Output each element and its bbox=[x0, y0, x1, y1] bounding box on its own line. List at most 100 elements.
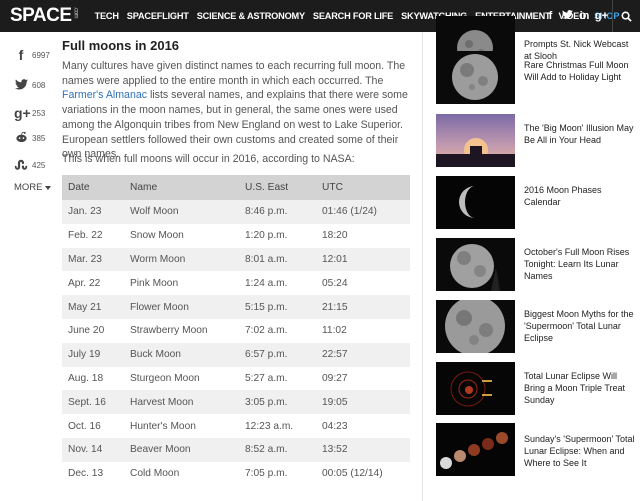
cell-date: Mar. 23 bbox=[62, 247, 130, 272]
cell-moon-name: Harvest Moon bbox=[130, 390, 245, 415]
table-row: July 19 Buck Moon 6:57 p.m. 22:57 bbox=[62, 342, 410, 367]
cell-utc-time: 00:05 (12/14) bbox=[322, 468, 383, 480]
related-article-title: Biggest Moon Myths for the 'Supermoon' T… bbox=[524, 309, 634, 344]
article-thumbnail bbox=[436, 362, 515, 415]
article-thumbnail bbox=[436, 51, 515, 104]
related-article[interactable]: Sunday's 'Supermoon' Total Lunar Eclipse… bbox=[436, 423, 636, 479]
table-row: May 21 Flower Moon 5:15 p.m. 21:15 bbox=[62, 295, 410, 319]
article-thumbnail bbox=[436, 238, 515, 291]
related-article-title: The 'Big Moon' Illusion May Be All in Yo… bbox=[524, 123, 634, 146]
facebook-share[interactable]: f 6997 bbox=[14, 47, 50, 63]
cell-moon-name: Cold Moon bbox=[130, 468, 180, 480]
cell-us-east-time: 7:05 p.m. bbox=[245, 468, 288, 480]
cell-moon-name: Flower Moon bbox=[130, 295, 245, 319]
cell-date: Sept. 16 bbox=[62, 390, 130, 415]
cell-date: Nov. 14 bbox=[62, 437, 130, 462]
cell-us-east-time: 1:24 a.m. bbox=[245, 277, 288, 289]
related-article[interactable]: The 'Big Moon' Illusion May Be All in Yo… bbox=[436, 114, 636, 170]
column-header-name: Name bbox=[130, 175, 245, 200]
column-header-us-east: U.S. East bbox=[245, 175, 322, 200]
cell-moon-name: Pink Moon bbox=[130, 277, 179, 289]
related-article-title: Sunday's 'Supermoon' Total Lunar Eclipse… bbox=[524, 434, 635, 469]
cell-us-east-time: 8:46 p.m. bbox=[245, 200, 322, 224]
cell-us-east-time: 7:02 a.m. bbox=[245, 325, 288, 337]
cell-date: Feb. 22 bbox=[68, 230, 103, 242]
intro-text-start: Many cultures have given distinct names … bbox=[62, 60, 406, 87]
related-article[interactable]: October's Full Moon Rises Tonight: Learn… bbox=[436, 238, 636, 294]
article-thumbnail bbox=[436, 300, 515, 353]
cell-moon-name: Wolf Moon bbox=[130, 200, 245, 224]
cell-date: May 21 bbox=[62, 295, 130, 319]
cell-us-east-time: 5:27 a.m. bbox=[245, 372, 288, 384]
related-article-title: October's Full Moon Rises Tonight: Learn… bbox=[524, 247, 630, 282]
related-article-title: 2016 Moon Phases Calendar bbox=[524, 185, 602, 208]
related-article-title: Total Lunar Eclipse Will Bring a Moon Tr… bbox=[524, 371, 626, 406]
table-row: Nov. 14 Beaver Moon 8:52 a.m. 13:52 bbox=[62, 437, 410, 462]
googleplus-share[interactable]: g+ 253 bbox=[14, 105, 45, 121]
nav-item-search-for-life[interactable]: SEARCH FOR LIFE bbox=[309, 11, 397, 21]
full-moon-table: Date Name U.S. East UTC Jan. 23 Wolf Moon… bbox=[62, 175, 410, 486]
reddit-icon bbox=[14, 130, 28, 146]
cell-date: June 20 bbox=[68, 325, 105, 337]
article-section-title: Full moons in 2016 bbox=[62, 38, 180, 53]
nav-item-science-astronomy[interactable]: SCIENCE & ASTRONOMY bbox=[193, 11, 309, 21]
cell-us-east-time: 8:01 a.m. bbox=[245, 247, 322, 272]
stumbleupon-icon bbox=[14, 157, 28, 173]
column-header-date: Date bbox=[62, 175, 130, 200]
table-row: Jan. 23 Wolf Moon 8:46 p.m. 01:46 (1/24) bbox=[62, 200, 410, 224]
cell-date: July 19 bbox=[62, 342, 130, 367]
nav-item-tech[interactable]: TECH bbox=[91, 11, 123, 21]
more-share-button[interactable]: MORE bbox=[14, 182, 51, 193]
facebook-share-count: 6997 bbox=[32, 50, 50, 60]
table-row: Feb. 22 Snow Moon 1:20 p.m. 18:20 bbox=[62, 224, 410, 248]
article-intro: Many cultures have given distinct names … bbox=[62, 59, 412, 162]
main-content: f 6997 608 g+ 253 385 425 MORE Full moon… bbox=[0, 32, 422, 501]
table-row: Aug. 18 Sturgeon Moon 5:27 a.m. 09:27 bbox=[62, 367, 410, 391]
reddit-share[interactable]: 385 bbox=[14, 130, 45, 146]
facebook-icon: f bbox=[18, 47, 24, 63]
cell-date: Aug. 18 bbox=[68, 372, 104, 384]
cell-utc-time: 19:05 bbox=[322, 390, 410, 415]
related-article[interactable]: Total Lunar Eclipse Will Bring a Moon Tr… bbox=[436, 362, 636, 418]
nav-item-spaceflight[interactable]: SPACEFLIGHT bbox=[123, 11, 193, 21]
site-logo[interactable]: SPACE .com bbox=[10, 5, 79, 27]
farmers-almanac-link[interactable]: Farmer's Almanac bbox=[62, 89, 147, 101]
cell-us-east-time: 12:23 a.m. bbox=[245, 420, 294, 432]
cell-us-east-time: 6:57 p.m. bbox=[245, 342, 322, 367]
table-row: Dec. 13 Cold Moon 7:05 p.m. 00:05 (12/14) bbox=[62, 462, 410, 486]
cell-moon-name: Beaver Moon bbox=[130, 437, 245, 462]
related-article-title: Rare Christmas Full Moon Will Add to Hol… bbox=[524, 60, 629, 83]
stumbleupon-share-count: 425 bbox=[32, 160, 46, 170]
twitter-share[interactable]: 608 bbox=[14, 77, 45, 93]
cell-us-east-time: 3:05 p.m. bbox=[245, 390, 322, 415]
related-article[interactable]: Biggest Moon Myths for the 'Supermoon' T… bbox=[436, 300, 636, 356]
nasa-schedule-intro: This is when full moons will occur in 20… bbox=[62, 153, 355, 165]
cell-utc-time: 22:57 bbox=[322, 342, 410, 367]
cell-moon-name: Sturgeon Moon bbox=[130, 372, 200, 384]
column-header-utc: UTC bbox=[322, 175, 410, 200]
table-row: Mar. 23 Worm Moon 8:01 a.m. 12:01 bbox=[62, 247, 410, 272]
table-row: Sept. 16 Harvest Moon 3:05 p.m. 19:05 bbox=[62, 390, 410, 415]
cell-moon-name: Hunter's Moon bbox=[130, 420, 196, 432]
cell-utc-time: 05:24 bbox=[322, 277, 348, 289]
table-row: June 20 Strawberry Moon 7:02 a.m. 11:02 bbox=[62, 319, 410, 343]
twitter-share-count: 608 bbox=[32, 80, 46, 90]
related-article[interactable]: Rare Christmas Full Moon Will Add to Hol… bbox=[436, 51, 636, 107]
article-thumbnail bbox=[436, 423, 515, 476]
stumbleupon-share[interactable]: 425 bbox=[14, 157, 45, 173]
related-article[interactable]: 2016 Moon Phases Calendar bbox=[436, 176, 636, 232]
googleplus-icon: g+ bbox=[14, 105, 31, 121]
cell-utc-time: 11:02 bbox=[322, 325, 347, 337]
related-articles-sidebar: Prompts St. Nick Webcast at Slooh Rare C… bbox=[422, 16, 640, 501]
cell-utc-time: 01:46 (1/24) bbox=[322, 200, 410, 224]
table-row: Oct. 16 Hunter's Moon 12:23 a.m. 04:23 bbox=[62, 414, 410, 438]
article-thumbnail bbox=[436, 114, 515, 167]
cell-us-east-time: 1:20 p.m. bbox=[245, 230, 288, 242]
cell-date: Jan. 23 bbox=[62, 200, 130, 224]
googleplus-share-count: 253 bbox=[32, 108, 46, 118]
cell-us-east-time: 8:52 a.m. bbox=[245, 437, 322, 462]
table-header-row: Date Name U.S. East UTC bbox=[62, 175, 410, 200]
twitter-icon bbox=[14, 77, 28, 93]
article-thumbnail bbox=[436, 176, 515, 229]
cell-us-east-time: 5:15 p.m. bbox=[245, 295, 322, 319]
